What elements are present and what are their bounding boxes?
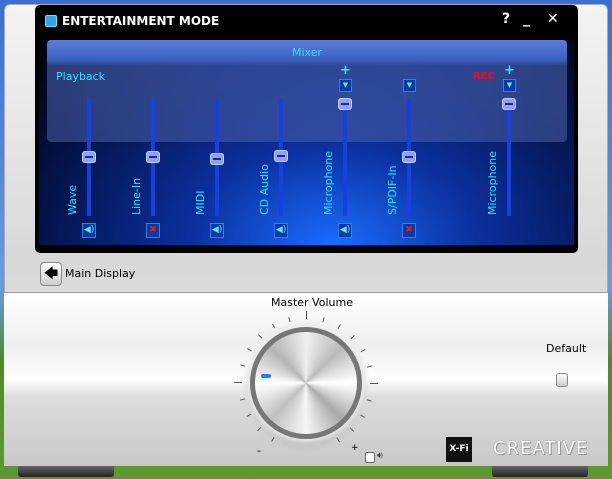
default-button[interactable] bbox=[556, 373, 568, 387]
default-label: Default bbox=[546, 342, 587, 355]
back-arrow-icon: 🡄 bbox=[43, 266, 59, 282]
plus-icon[interactable]: + bbox=[340, 63, 351, 78]
foot-right bbox=[492, 466, 588, 477]
knob-indicator bbox=[261, 374, 271, 378]
xfi-logo: X-Fi bbox=[446, 437, 472, 462]
title-bar: ENTERTAINMENT MODE bbox=[45, 14, 219, 28]
slider-thumb[interactable] bbox=[402, 151, 416, 163]
speaker-icon: 🔊︎ bbox=[377, 451, 383, 461]
master-volume-label: Master Volume bbox=[271, 296, 353, 309]
channel-label: CD Audio bbox=[258, 164, 271, 215]
master-volume-knob[interactable] bbox=[250, 327, 362, 439]
speaker-icon[interactable]: ◀) bbox=[82, 223, 96, 238]
main-display-button[interactable]: 🡄 bbox=[40, 262, 62, 286]
foot-left bbox=[18, 466, 114, 477]
playback-label: Playback bbox=[56, 70, 106, 83]
minimize-button[interactable]: _ bbox=[523, 11, 530, 27]
slider-thumb[interactable] bbox=[210, 153, 224, 166]
slider-thumb[interactable] bbox=[146, 151, 160, 163]
speaker-icon[interactable]: ◀) bbox=[274, 223, 288, 238]
dropdown-icon[interactable]: ▼ bbox=[403, 79, 416, 92]
speaker-icon[interactable]: ◀) bbox=[338, 223, 352, 238]
channel-label: S/PDIF-In bbox=[386, 165, 399, 215]
main-display-label[interactable]: Main Display bbox=[65, 267, 135, 280]
min-label: - bbox=[257, 444, 261, 457]
creative-logo: CREATIVE bbox=[493, 438, 589, 459]
plus-icon[interactable]: + bbox=[504, 63, 515, 78]
mixer-panel: Mixer bbox=[47, 40, 567, 142]
close-button[interactable]: ✕ bbox=[547, 11, 559, 27]
window-title: ENTERTAINMENT MODE bbox=[62, 14, 220, 28]
help-button[interactable]: ? bbox=[502, 11, 510, 27]
max-label: + bbox=[351, 443, 359, 453]
dropdown-icon[interactable]: ▼ bbox=[339, 79, 352, 92]
channel-label: MIDI bbox=[194, 190, 207, 215]
channel-label: Line-In bbox=[130, 177, 143, 215]
knob-tick bbox=[370, 383, 378, 384]
slider-thumb[interactable] bbox=[338, 97, 352, 110]
master-mute-button[interactable] bbox=[365, 452, 375, 463]
slider-track[interactable] bbox=[507, 98, 511, 216]
channel-label: Microphone bbox=[486, 150, 499, 215]
knob-tick bbox=[306, 311, 307, 319]
channel-label: Wave bbox=[66, 184, 79, 215]
channel-label: Microphone bbox=[322, 150, 335, 215]
mixer-title: Mixer bbox=[291, 46, 322, 59]
muted-speaker-icon[interactable]: ✖ bbox=[146, 223, 160, 238]
slider-thumb[interactable] bbox=[82, 151, 96, 163]
app-icon bbox=[45, 15, 57, 27]
knob-tick bbox=[234, 382, 242, 383]
slider-track[interactable] bbox=[343, 98, 347, 216]
slider-thumb[interactable] bbox=[502, 97, 516, 110]
rec-label: REC bbox=[473, 71, 495, 82]
slider-thumb[interactable] bbox=[274, 149, 288, 162]
speaker-icon[interactable]: ◀) bbox=[210, 223, 224, 238]
muted-speaker-icon[interactable]: ✖ bbox=[402, 223, 416, 238]
dropdown-icon[interactable]: ▼ bbox=[503, 79, 516, 92]
entertainment-panel: ENTERTAINMENT MODE ? _ ✕ Mixer bbox=[35, 5, 578, 253]
